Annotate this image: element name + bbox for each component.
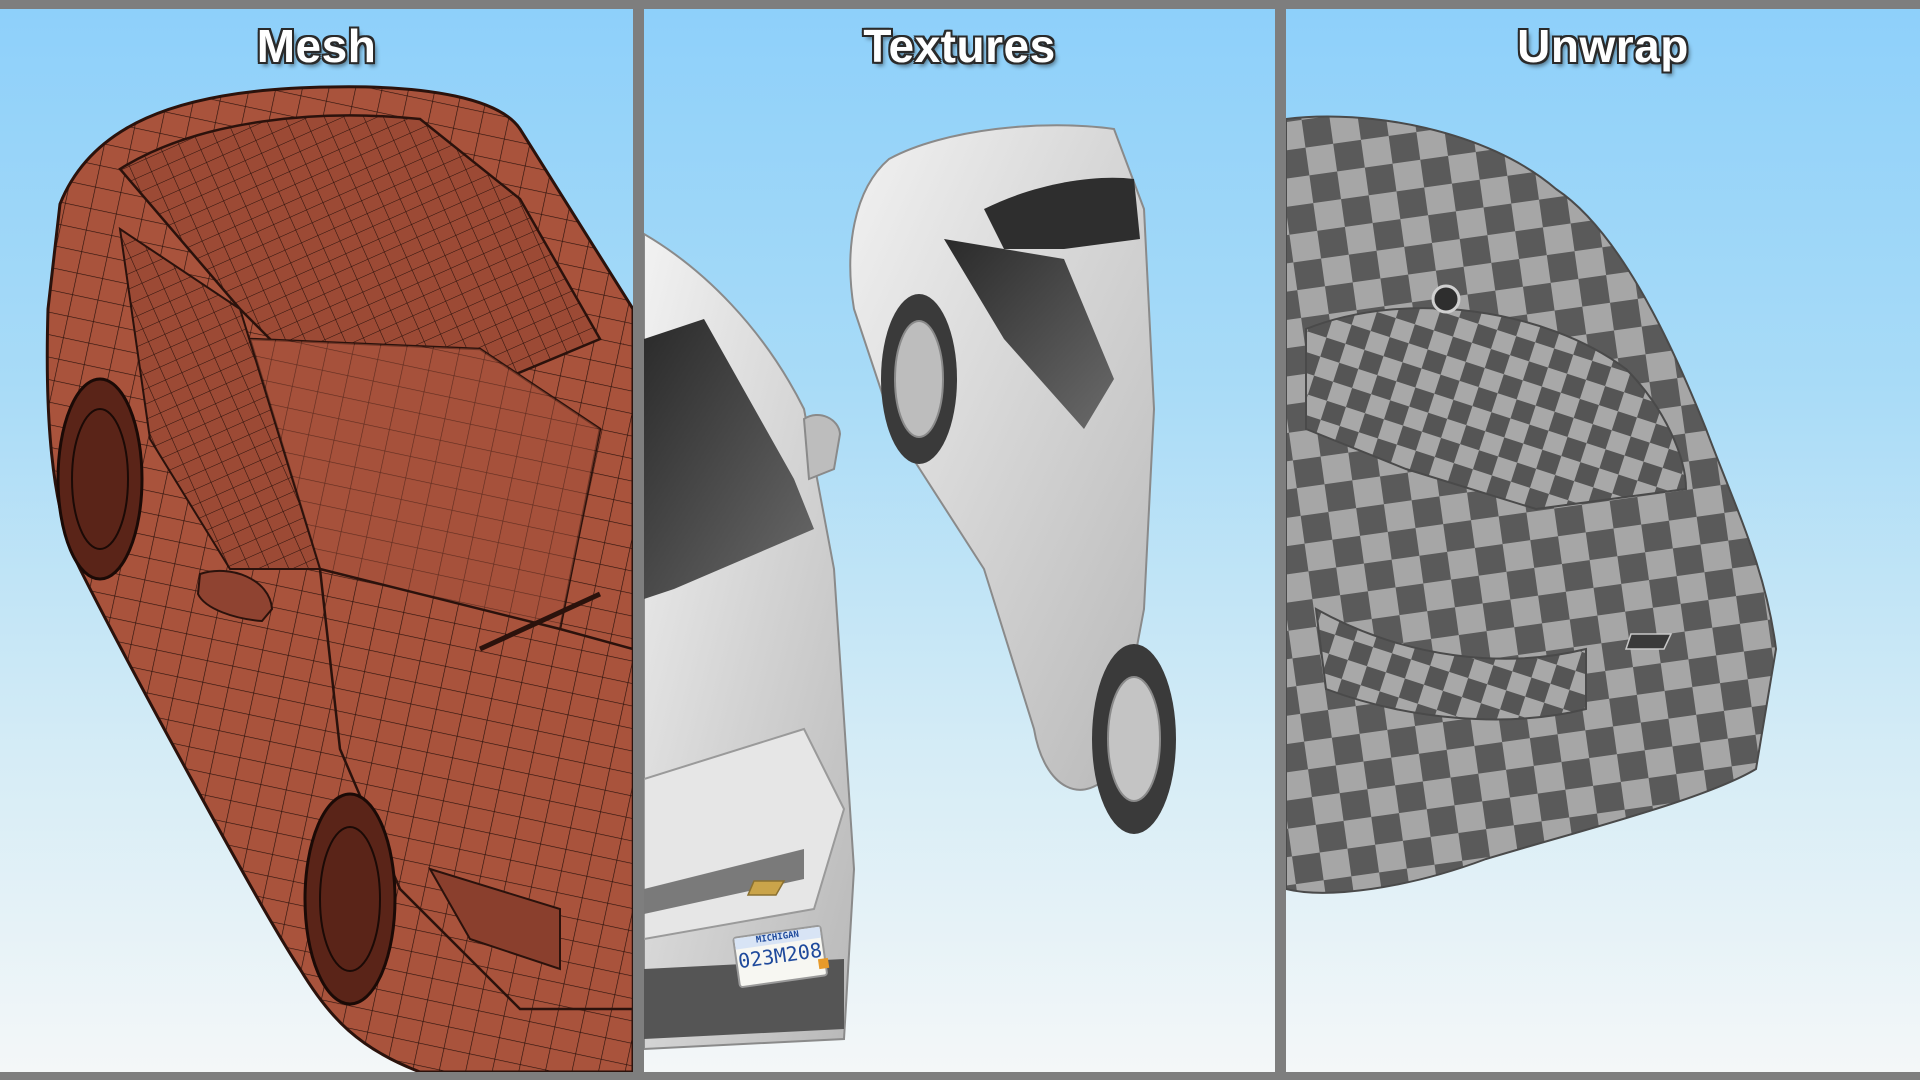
mesh-title: Mesh: [256, 20, 377, 72]
textures-panel: Textures MICHIGAN 023M208: [644, 9, 1275, 1072]
checker-uv-car-render: [1286, 115, 1778, 894]
textured-car-render: [644, 124, 1176, 1051]
panel-divider-right: [1275, 9, 1286, 1072]
wireframe-car-render: [45, 85, 633, 1072]
mesh-panel: Mesh: [0, 9, 633, 1072]
license-plate-tab: [817, 957, 830, 970]
unwrap-title: Unwrap: [1517, 20, 1689, 72]
textures-title: Textures: [863, 20, 1056, 72]
panel-divider-left: [633, 9, 644, 1072]
viewport-frame: Mesh Textures MICHIGAN 023M208 Unwrap: [0, 0, 1920, 1080]
unwrap-panel: Unwrap: [1286, 9, 1920, 1072]
